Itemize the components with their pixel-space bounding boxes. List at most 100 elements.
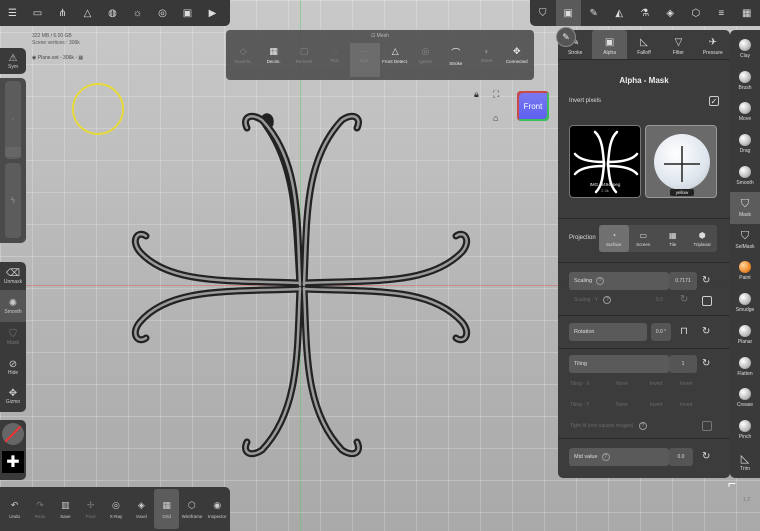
mesh-tool-remesh[interactable]: ▢ Remesh	[289, 43, 319, 77]
mesh-tool-voxel-m[interactable]: ◇ Voxel M..	[228, 43, 258, 77]
tool-brush[interactable]: Brush	[730, 65, 760, 97]
tool-pinch[interactable]: Pinch	[730, 414, 760, 446]
scene-icon[interactable]: △	[75, 0, 100, 26]
mid-value-value[interactable]: 0.0	[669, 448, 693, 466]
scaling-slider[interactable]: Scaling?	[569, 272, 669, 290]
mask-button[interactable]: ⛉ Mask	[0, 322, 26, 352]
mesh-tool-decim[interactable]: ▦ Decim.	[258, 43, 288, 77]
tab-alpha[interactable]: ▣ Alpha	[592, 30, 627, 59]
material-thumb[interactable]: yellow	[645, 125, 717, 198]
tool-drag[interactable]: Drag	[730, 128, 760, 160]
save-button[interactable]: ▥ Save	[53, 489, 78, 529]
tool-smooth[interactable]: Smooth	[730, 160, 760, 192]
alpha-image-thumb[interactable]: IMG_3494.jpeg 2.3k	[569, 125, 641, 198]
lock-icon[interactable]: 🔒︎	[474, 89, 479, 100]
radius-handle[interactable]	[5, 147, 21, 157]
tab-falloff[interactable]: ◺ Falloff	[627, 30, 661, 59]
tool-trim[interactable]: ◺ Trim	[730, 446, 760, 478]
invert-checkbox[interactable]: ✓	[709, 96, 719, 106]
flask-icon[interactable]: ⚗	[632, 0, 658, 26]
projection-triplanar[interactable]: ⬢ Triplanar	[688, 225, 718, 252]
wireframe-button[interactable]: ⬡ Wireframe	[179, 489, 204, 529]
tool-smudge[interactable]: Smudge	[730, 287, 760, 319]
tool-crease[interactable]: Crease	[730, 383, 760, 415]
hide-button[interactable]: ⊘ Hide	[0, 352, 26, 382]
mask-tool-icon[interactable]: ⛉	[530, 0, 556, 26]
scaling-value[interactable]: 0.7171	[669, 272, 697, 290]
tool-mask[interactable]: ⛉ Mask	[730, 191, 760, 224]
picture-icon[interactable]: ▣	[555, 0, 581, 26]
tool-move[interactable]: Move	[730, 97, 760, 129]
material-icon[interactable]: ◭	[607, 0, 633, 26]
pin-panel-icon[interactable]: ✎	[556, 27, 576, 47]
unmask-button[interactable]: ⌫ Unmask	[0, 262, 26, 290]
no-material-icon[interactable]	[2, 423, 24, 445]
tool-selmask[interactable]: ⛉ SelMask	[730, 224, 760, 256]
globe-icon[interactable]: ◍	[100, 0, 125, 26]
menu-icon[interactable]: ☰	[0, 0, 25, 26]
tool-flatten[interactable]: Flatten	[730, 351, 760, 383]
inspector-button[interactable]: ◉ Inspector	[205, 489, 230, 529]
intensity-slider[interactable]: ϟ	[5, 163, 21, 238]
rotation-value[interactable]: 0.0 °	[651, 323, 671, 341]
tiling-slider[interactable]: Tiling	[569, 355, 669, 373]
view-cube-front[interactable]: Front	[517, 91, 549, 121]
projection-screen[interactable]: ▭ Screen	[629, 225, 659, 252]
camera-settings-icon[interactable]: ◎	[150, 0, 175, 26]
tab-pressure[interactable]: ✈ Pressure	[696, 30, 730, 59]
mesh-tool-front-detect[interactable]: △ Front Detect.	[380, 43, 410, 77]
tool-paint[interactable]: Paint	[730, 255, 760, 287]
reset-icon[interactable]: ↻	[680, 294, 688, 305]
reset-icon[interactable]: ↻	[702, 358, 710, 369]
mid-value-slider[interactable]: Mid value?	[569, 448, 669, 466]
sym-button[interactable]: ⚠ Sym	[0, 48, 26, 74]
mesh-tool-pick[interactable]: ◌ Pick	[319, 43, 349, 77]
gizmo-button[interactable]: ✥ Gizmo	[0, 382, 26, 410]
help-icon[interactable]: ?	[596, 277, 605, 285]
sun-icon[interactable]: ☼	[125, 0, 150, 26]
undo-button[interactable]: ↶ Undo	[2, 489, 27, 529]
lock-icon[interactable]: ⊓	[680, 326, 688, 337]
tool-clay[interactable]: Clay	[730, 33, 760, 65]
redo-button[interactable]: ↷ Redo	[27, 489, 52, 529]
active-mesh-label[interactable]: ◉ Plane.ext - 306k - ▦	[32, 55, 83, 61]
tiling-x-none[interactable]: None	[616, 381, 628, 387]
fullscreen-icon[interactable]: ⛶	[493, 89, 499, 100]
reset-icon[interactable]: ↻	[702, 326, 710, 337]
tiling-x-invert[interactable]: Invert	[650, 381, 663, 387]
tiling-y-invert2[interactable]: Invert	[680, 402, 693, 408]
brush-size-sliders[interactable]: ◦ ϟ	[0, 78, 26, 243]
cube-icon[interactable]: ⬡	[683, 0, 709, 26]
x-ray-button[interactable]: ◎ X-Ray	[103, 489, 128, 529]
grid-icon[interactable]: ▦	[734, 0, 760, 26]
reset-icon[interactable]: ↻	[702, 451, 710, 462]
corner-expand-icon[interactable]: ⌐	[728, 475, 736, 491]
tool-planar[interactable]: Planar	[730, 319, 760, 351]
tiling-y-invert[interactable]: Invert	[650, 402, 663, 408]
reset-icon[interactable]: ↻	[702, 275, 710, 286]
help-icon[interactable]: ?	[601, 453, 610, 461]
mesh-tool-ignore[interactable]: ◎ Ignore	[410, 43, 440, 77]
pivot-button[interactable]: ✢ Pivot	[78, 489, 103, 529]
mesh-tool-stroke[interactable]: ⌒ Stroke	[441, 43, 471, 77]
tight-fit-checkbox[interactable]	[702, 421, 712, 431]
scaling-y-checkbox[interactable]	[702, 296, 712, 306]
image-icon[interactable]: ▣	[175, 0, 200, 26]
voxel-button[interactable]: ◈ Voxel	[129, 489, 154, 529]
projection-tile[interactable]: ▦ Tile	[658, 225, 688, 252]
tiling-x-invert2[interactable]: Invert	[680, 381, 693, 387]
sliders-icon[interactable]: ≡	[709, 0, 735, 26]
folder-icon[interactable]: ▭	[25, 0, 50, 26]
share-icon[interactable]: ⋔	[50, 0, 75, 26]
layers-icon[interactable]: ◈	[658, 0, 684, 26]
projection-surface[interactable]: ◔ Surface	[599, 225, 629, 252]
mesh-tool-connected[interactable]: ✥ Connected	[502, 43, 532, 77]
rotation-slider[interactable]: Rotation	[569, 323, 647, 341]
smooth-button[interactable]: ✺ Smooth	[0, 290, 26, 322]
grid-button[interactable]: ▦ Grid	[153, 489, 180, 529]
tiling-value[interactable]: 1	[669, 355, 697, 373]
brush-icon[interactable]: ✎	[581, 0, 607, 26]
tab-filter[interactable]: ▽ Filter	[661, 30, 695, 59]
alpha-preview-icon[interactable]: ✚	[2, 451, 24, 473]
home-icon[interactable]: ⌂	[493, 113, 498, 123]
